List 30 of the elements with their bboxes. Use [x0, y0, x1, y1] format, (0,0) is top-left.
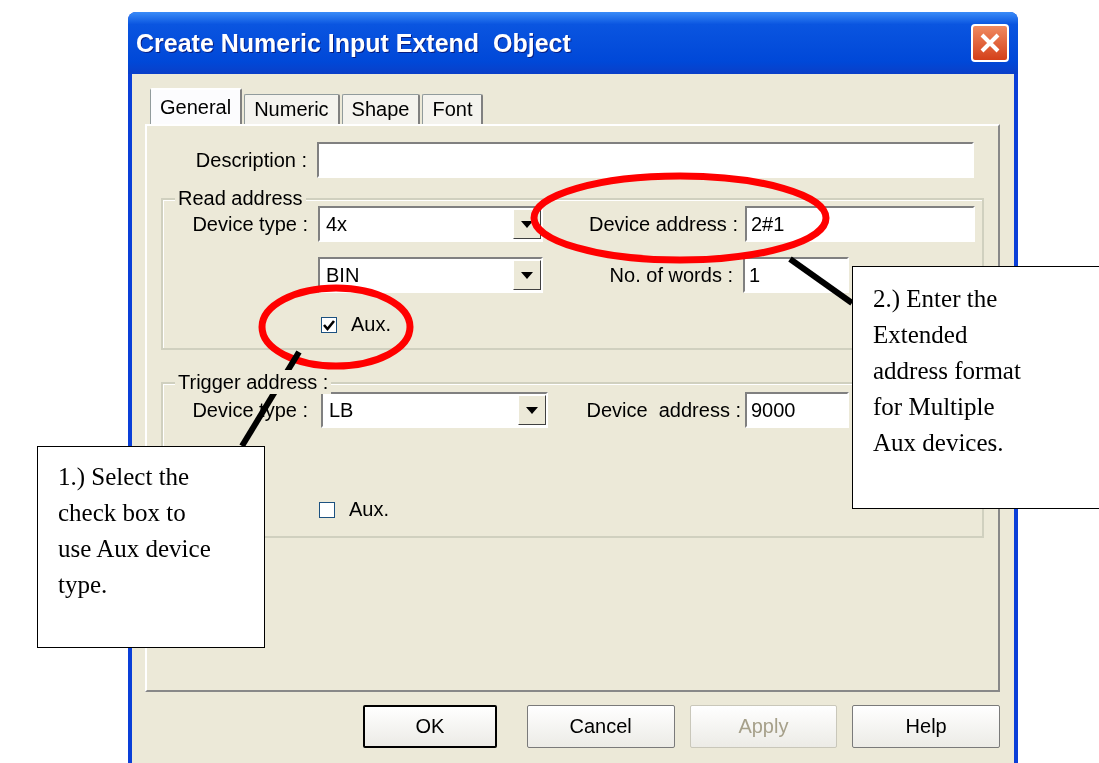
dialog-button[interactable]: OK — [363, 705, 497, 748]
device-type-dropdown[interactable]: 4x — [318, 206, 543, 242]
description-field[interactable] — [317, 142, 974, 178]
callout-note: 2.) Enter the Extended address format for Multiple Aux devices. — [852, 266, 1099, 509]
checkbox-label: Aux. — [349, 498, 390, 521]
checkbox-label: Aux. — [351, 313, 392, 336]
field-label: Description : — [194, 148, 307, 172]
dialog-button[interactable]: Help — [852, 705, 1000, 748]
field-label: Device address : — [585, 398, 741, 422]
tab[interactable]: Shape — [341, 94, 421, 124]
field-label: No. of words : — [608, 263, 733, 287]
window-title: Create Numeric Input Extend Object — [136, 28, 571, 58]
field-label: Device type : — [191, 212, 308, 236]
tab[interactable]: General — [150, 88, 243, 124]
close-button[interactable] — [971, 24, 1009, 62]
device-address-field[interactable]: 2#1 — [745, 206, 975, 242]
device-type-dropdown[interactable]: LB — [321, 392, 548, 428]
device-address-field[interactable]: 9000 — [745, 392, 849, 428]
tab[interactable]: Numeric — [244, 94, 340, 124]
callout-note: 1.) Select the check box to use Aux device type. — [37, 446, 265, 648]
tab[interactable]: Font — [422, 94, 484, 124]
format-dropdown[interactable]: BIN — [318, 257, 543, 293]
words-field[interactable]: 1 — [743, 257, 849, 293]
dialog-button[interactable]: Cancel — [526, 705, 675, 748]
checkbox[interactable] — [321, 316, 337, 333]
close-icon — [979, 32, 1001, 54]
group-title: Trigger address : — [175, 370, 332, 394]
leader-line — [788, 256, 854, 306]
field-label: Device address : — [588, 212, 738, 236]
checkbox[interactable] — [319, 501, 335, 518]
